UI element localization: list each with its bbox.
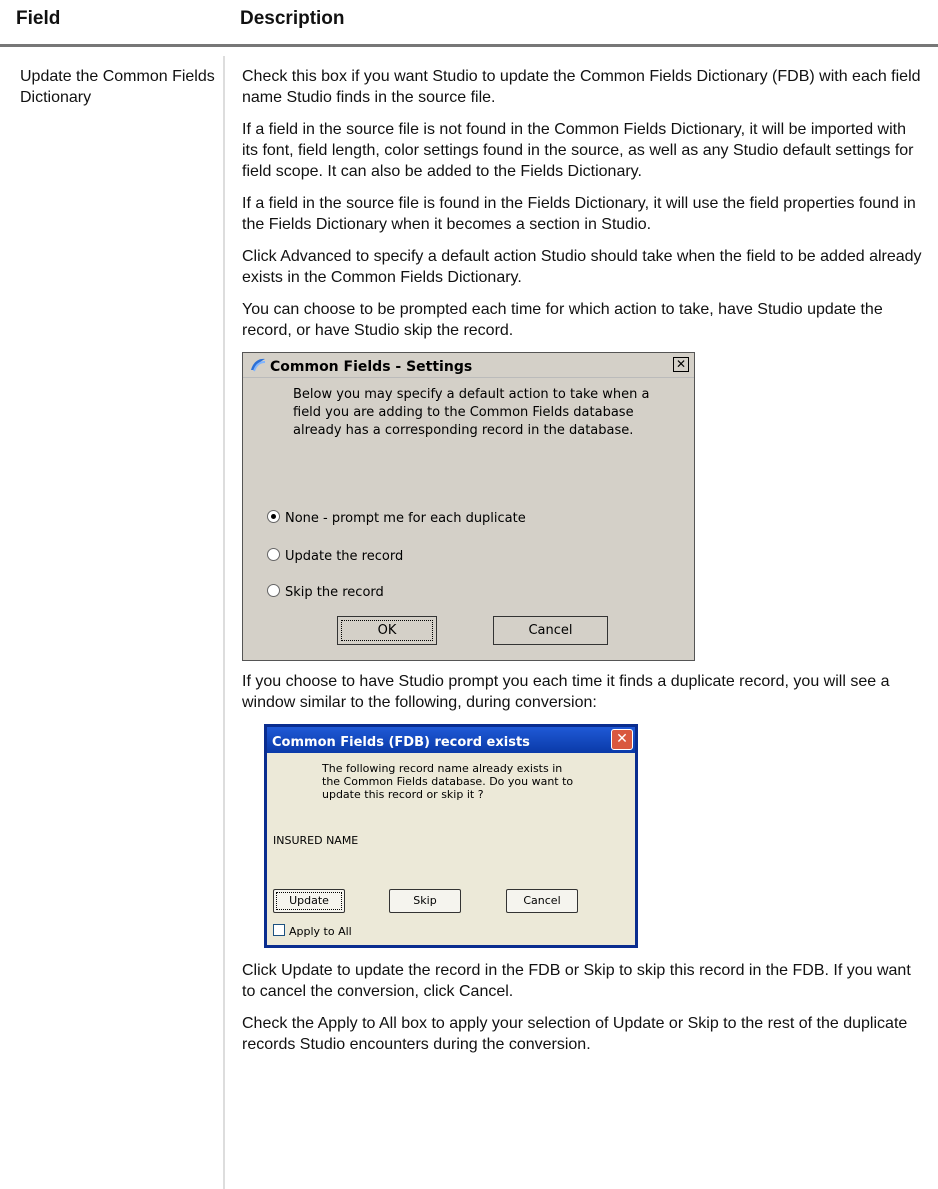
skip-button[interactable]: Skip xyxy=(389,889,461,913)
update-button[interactable]: Update xyxy=(273,889,345,913)
radio-update[interactable]: Update the record xyxy=(267,546,403,567)
dialog-message: The following record name already exists… xyxy=(322,762,574,801)
table-header: Field Description xyxy=(0,0,938,48)
paragraph: You can choose to be prompted each time … xyxy=(242,301,883,339)
close-icon[interactable]: ✕ xyxy=(673,357,689,372)
paragraph: If you choose to have Studio prompt you … xyxy=(242,673,890,711)
paragraph: Click Advanced to specify a default acti… xyxy=(242,248,922,286)
radio-icon[interactable] xyxy=(267,548,280,561)
dialog-title: Common Fields (FDB) record exists xyxy=(272,735,530,750)
radio-icon[interactable] xyxy=(267,584,280,597)
paragraph: If a field in the source file is found i… xyxy=(242,195,916,233)
close-icon[interactable]: ✕ xyxy=(611,729,633,750)
cancel-button[interactable]: Cancel xyxy=(506,889,578,913)
field-cell: Update the Common Fields Dictionary xyxy=(20,68,215,106)
dialog-body: The following record name already exists… xyxy=(267,753,635,945)
header-rule xyxy=(0,44,938,47)
checkbox-icon[interactable] xyxy=(273,924,285,936)
radio-skip[interactable]: Skip the record xyxy=(267,582,384,603)
apply-to-all-checkbox[interactable]: Apply to All xyxy=(273,921,352,942)
dialog-title-bar: Common Fields - Settings ✕ xyxy=(243,353,694,378)
radio-label: Update the record xyxy=(285,549,404,564)
paragraph: Check this box if you want Studio to upd… xyxy=(242,68,921,106)
radio-label: Skip the record xyxy=(285,585,384,600)
column-divider xyxy=(223,56,225,1189)
paragraph: Click Update to update the record in the… xyxy=(242,962,911,1000)
radio-selected-icon[interactable] xyxy=(267,510,280,523)
column-header-description: Description xyxy=(240,8,345,29)
checkbox-label: Apply to All xyxy=(289,925,352,938)
cancel-button[interactable]: Cancel xyxy=(493,616,608,645)
paragraph: If a field in the source file is not fou… xyxy=(242,121,914,180)
dialog-title-bar: Common Fields (FDB) record exists ✕ xyxy=(267,727,635,753)
dialog-title: Common Fields - Settings xyxy=(270,359,473,375)
record-exists-dialog: Common Fields (FDB) record exists ✕ The … xyxy=(264,724,638,948)
common-fields-settings-dialog: Common Fields - Settings ✕ Below you may… xyxy=(242,352,695,661)
dialog-message: Below you may specify a default action t… xyxy=(293,387,650,438)
description-cell: Check this box if you want Studio to upd… xyxy=(242,66,922,1066)
paragraph: Check the Apply to All box to apply your… xyxy=(242,1015,908,1053)
app-icon xyxy=(251,358,266,372)
record-name: INSURED NAME xyxy=(273,834,359,847)
radio-none[interactable]: None - prompt me for each duplicate xyxy=(267,508,526,529)
column-header-field: Field xyxy=(16,8,61,29)
radio-label: None - prompt me for each duplicate xyxy=(285,511,526,526)
ok-button[interactable]: OK xyxy=(337,616,437,645)
